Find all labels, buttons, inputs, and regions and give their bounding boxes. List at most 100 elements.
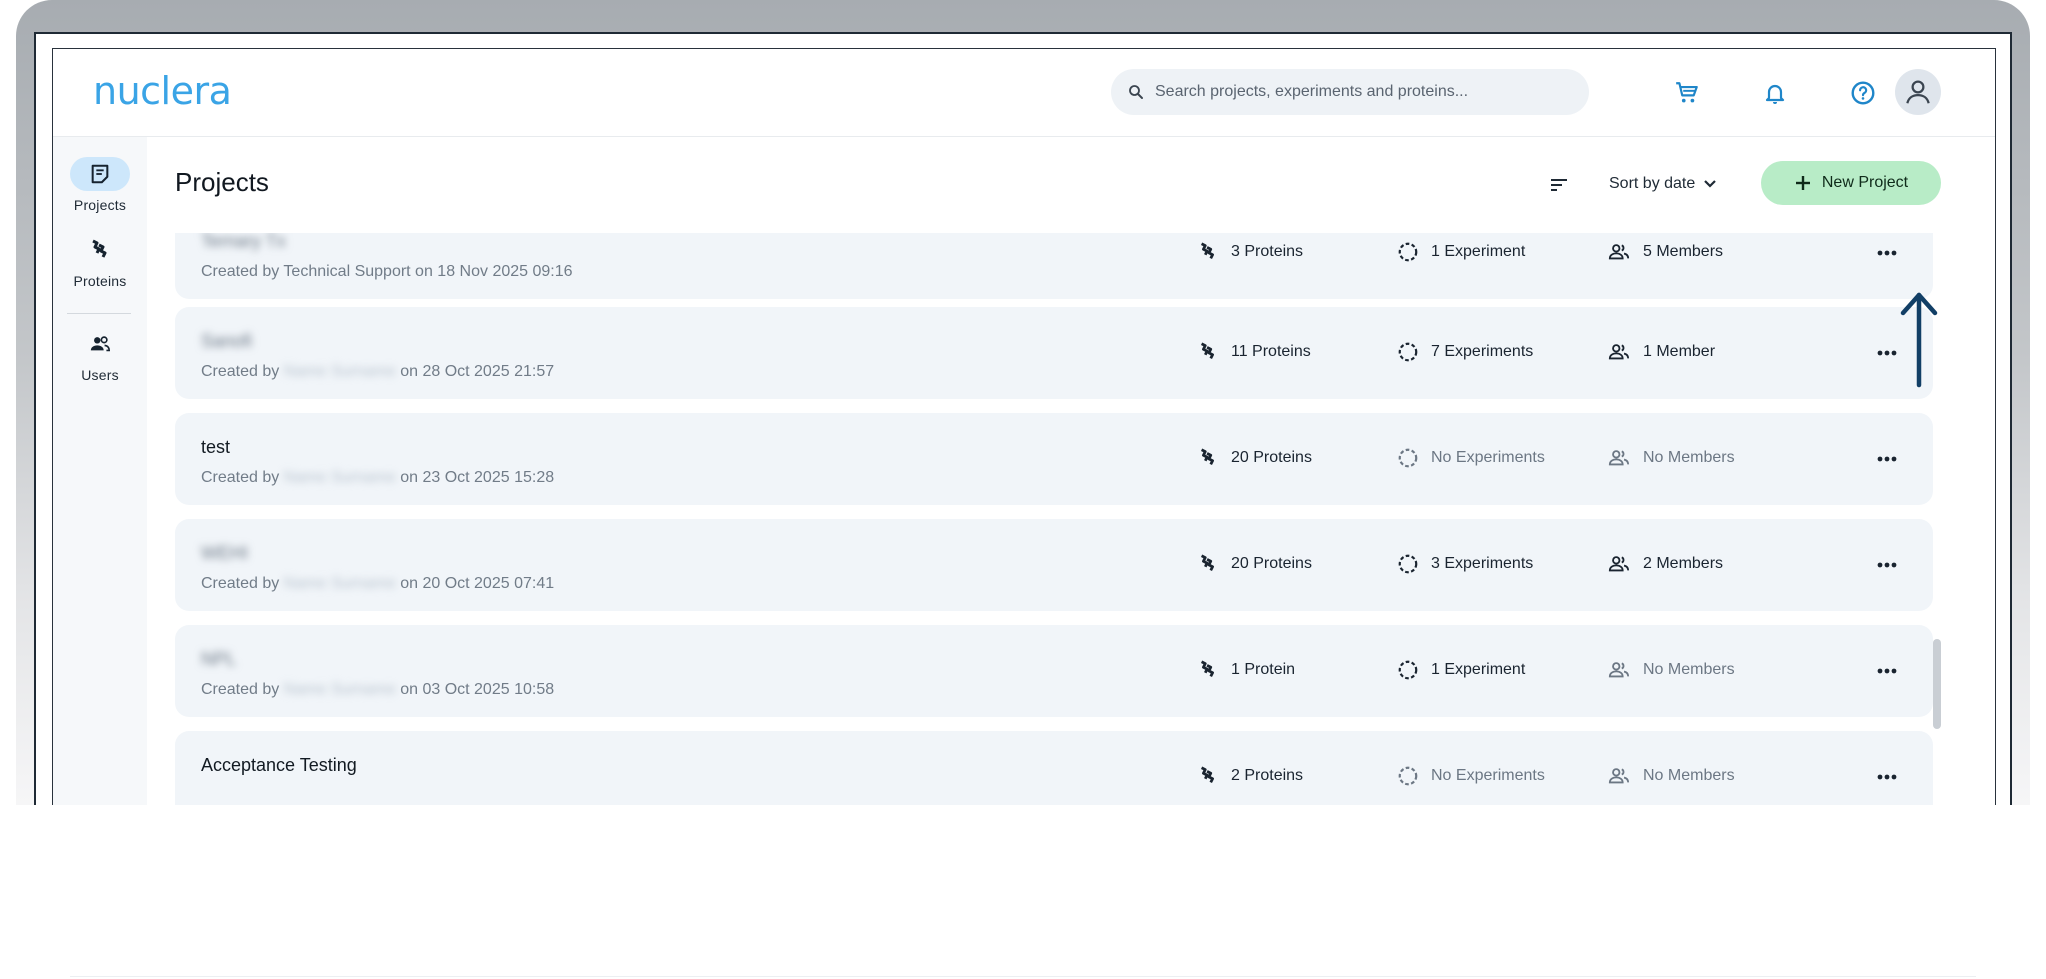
up-arrow-annotation [1900,292,1938,388]
members-icon [1608,662,1630,678]
members-label: 2 Members [1643,555,1724,572]
project-name[interactable]: test [201,437,230,458]
members-icon [1608,344,1630,360]
app-window: nuclera Search projects, experiments and… [52,48,1996,805]
cart-icon[interactable] [1671,77,1703,109]
project-row[interactable]: NPL Created by Name Surname on 03 Oct 20… [175,625,1933,717]
experiments-count: 3 Experiments [1397,553,1533,575]
sidebar-item-proteins[interactable]: Proteins [53,233,147,289]
sort-label: Sort by date [1609,175,1696,192]
project-row[interactable]: WEHI Created by Name Surname on 20 Oct 2… [175,519,1933,611]
more-options-button[interactable] [1871,549,1903,581]
laptop-frame: nuclera Search projects, experiments and… [16,0,2030,805]
created-date: on 03 Oct 2025 10:58 [395,681,555,698]
experiment-progress-icon [1398,554,1418,574]
more-horizontal-icon [1877,456,1897,462]
experiments-count: No Experiments [1397,447,1545,469]
project-created-info: Created by Technical Support on 18 Nov 2… [201,263,573,281]
sidebar-item-label: Proteins [73,273,127,289]
members-label: No Members [1643,767,1735,784]
proteins-icon [92,239,107,258]
more-options-button[interactable] [1871,761,1903,793]
members-icon [1608,244,1630,260]
members-count: 5 Members [1607,241,1723,263]
members-count: No Members [1607,765,1735,787]
sort-dropdown[interactable]: Sort by date [1609,169,1717,199]
sidebar-item-users[interactable]: Users [53,327,147,383]
proteins-label: 20 Proteins [1231,449,1312,466]
more-options-button[interactable] [1871,655,1903,687]
proteins-count: 2 Proteins [1197,765,1303,787]
new-project-button[interactable]: New Project [1761,161,1941,205]
sidebar-divider [67,313,131,314]
project-row[interactable]: Acceptance Testing 2 Proteins No Experim… [175,731,1933,805]
project-created-info: Created by Name Surname on 23 Oct 2025 1… [201,469,554,487]
project-row[interactable]: Sanofi Created by Name Surname on 28 Oct… [175,307,1933,399]
created-date: on 18 Nov 2025 09:16 [410,263,573,280]
proteins-icon [1200,342,1214,360]
list-scrollbar[interactable] [1933,639,1941,729]
experiments-label: 1 Experiment [1431,661,1526,678]
proteins-label: 3 Proteins [1231,243,1304,260]
sidebar-item-label: Projects [73,197,127,213]
sort-icon[interactable] [1549,177,1569,198]
search-bar[interactable] [1111,69,1589,115]
experiments-count: 1 Experiment [1397,659,1525,681]
more-horizontal-icon [1877,668,1897,674]
project-name[interactable]: Acceptance Testing [201,755,357,776]
created-date: on 20 Oct 2025 07:41 [395,575,555,592]
creator-name: Name Surname [283,681,396,698]
experiments-label: 1 Experiment [1431,243,1526,260]
experiment-progress-icon [1398,242,1418,262]
more-horizontal-icon [1877,250,1897,256]
project-name[interactable]: NPL [201,649,236,670]
experiment-progress-icon [1398,766,1418,786]
members-count: No Members [1607,447,1735,469]
experiments-label: 3 Experiments [1431,555,1534,572]
proteins-label: 11 Proteins [1231,343,1311,360]
sidebar-item-projects[interactable]: Projects [53,157,147,213]
new-project-label: New Project [1821,174,1909,191]
members-label: No Members [1643,661,1735,678]
more-horizontal-icon [1877,350,1897,356]
created-prefix: Created by [201,263,284,280]
sidebar-pill [70,327,130,361]
proteins-label: 20 Proteins [1231,555,1312,572]
more-options-button[interactable] [1871,237,1903,269]
proteins-icon [1200,766,1214,784]
created-prefix: Created by [201,681,284,698]
proteins-count: 20 Proteins [1197,447,1312,469]
help-icon[interactable] [1847,77,1879,109]
creator-name: Name Surname [283,469,396,486]
sidebar-pill-active [70,157,130,191]
search-input[interactable] [1155,83,1555,101]
project-created-info: Created by Name Surname on 28 Oct 2025 2… [201,363,554,381]
project-name[interactable]: Ternary Tx [201,233,286,252]
project-name[interactable]: Sanofi [201,331,252,352]
experiments-count: 7 Experiments [1397,341,1533,363]
creator-name: Technical Support [283,263,411,280]
experiment-progress-icon [1398,342,1418,362]
members-label: 5 Members [1643,243,1724,260]
more-options-button[interactable] [1871,443,1903,475]
sidebar-pill [70,233,130,267]
experiments-label: 7 Experiments [1431,343,1534,360]
project-row[interactable]: Ternary Tx Created by Technical Support … [175,233,1933,299]
nuclera-logo[interactable]: nuclera [93,69,232,113]
experiment-progress-icon [1398,448,1418,468]
project-row[interactable]: test Created by Name Surname on 23 Oct 2… [175,413,1933,505]
sidebar-nav: Projects Proteins Users [53,137,147,805]
more-horizontal-icon [1877,774,1897,780]
account-avatar[interactable] [1895,69,1941,115]
users-icon [90,336,110,352]
proteins-count: 11 Proteins [1197,341,1311,363]
project-name[interactable]: WEHI [201,543,248,564]
bell-icon[interactable] [1759,77,1791,109]
search-icon [1129,85,1143,99]
proteins-label: 1 Protein [1231,661,1296,678]
members-icon [1608,556,1630,572]
chevron-down-icon [1704,180,1717,188]
plus-icon [1795,176,1810,190]
creator-name: Name Surname [283,575,396,592]
proteins-icon [1200,448,1214,466]
